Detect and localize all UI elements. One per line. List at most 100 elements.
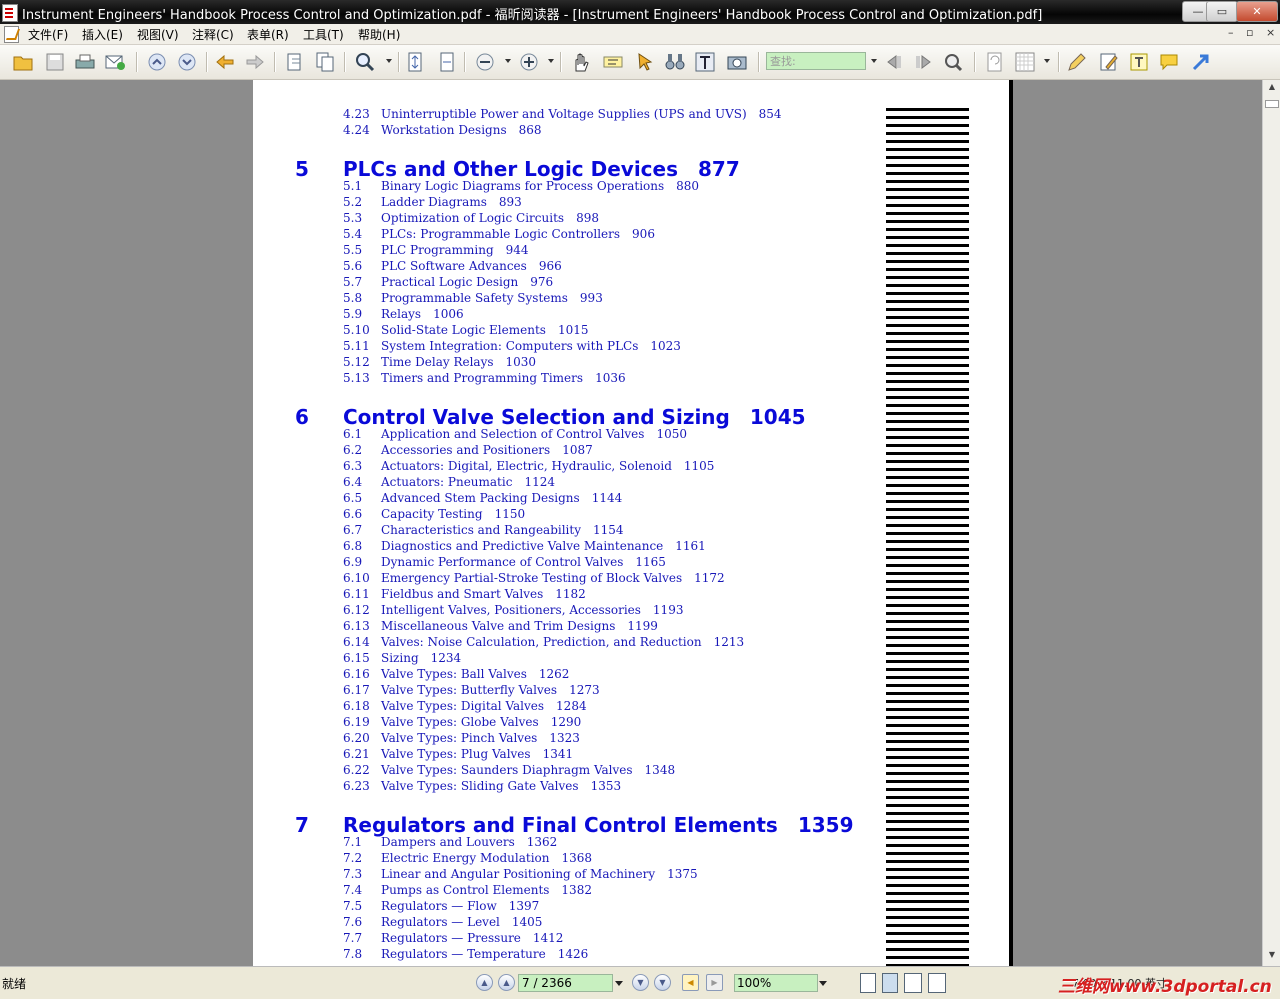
continuous-facing-layout-icon[interactable]: [928, 973, 946, 993]
foxit-app-icon[interactable]: [2, 4, 18, 22]
toc-entry[interactable]: 4.24 Workstation Designs 868: [343, 123, 823, 137]
fit-page-icon[interactable]: [404, 51, 426, 73]
scroll-up-icon[interactable]: ▲: [1266, 82, 1278, 94]
toc-entry[interactable]: 6.3 Actuators: Digital, Electric, Hydraul…: [343, 459, 823, 473]
zoom-level-dropdown-icon[interactable]: [505, 59, 511, 63]
toc-entry[interactable]: 7.6 Regulators — Level 1405: [343, 915, 823, 929]
toc-entry[interactable]: 5.3 Optimization of Logic Circuits 898: [343, 211, 823, 225]
facing-layout-icon[interactable]: [904, 973, 922, 993]
toc-entry[interactable]: 6.6 Capacity Testing 1150: [343, 507, 823, 521]
zoom-magnifier-icon[interactable]: [354, 51, 376, 73]
toc-entry[interactable]: 6.20 Valve Types: Pinch Valves 1323: [343, 731, 823, 745]
text-select-icon[interactable]: [602, 51, 624, 73]
toc-chapter-heading[interactable]: 5 PLCs and Other Logic Devices 877: [295, 157, 815, 181]
toc-entry[interactable]: 6.15 Sizing 1234: [343, 651, 823, 665]
toc-entry[interactable]: 6.19 Valve Types: Globe Valves 1290: [343, 715, 823, 729]
toc-entry[interactable]: 6.16 Valve Types: Ball Valves 1262: [343, 667, 823, 681]
toc-entry[interactable]: 7.3 Linear and Angular Positioning of Mac…: [343, 867, 823, 881]
toc-entry[interactable]: 6.18 Valve Types: Digital Valves 1284: [343, 699, 823, 713]
forward-view-icon[interactable]: ▶: [706, 974, 723, 991]
arrow-annotation-icon[interactable]: [1190, 51, 1212, 73]
find-next-icon[interactable]: [912, 51, 934, 73]
typewriter-text-icon[interactable]: [1128, 51, 1150, 73]
toc-entry[interactable]: 6.1 Application and Selection of Control …: [343, 427, 823, 441]
toc-entry[interactable]: 5.7 Practical Logic Design 976: [343, 275, 823, 289]
page-dropdown-icon[interactable]: [615, 981, 623, 986]
find-previous-icon[interactable]: [884, 51, 906, 73]
last-page-icon[interactable]: ▼: [654, 974, 671, 991]
zoom-level-field[interactable]: 100%: [734, 974, 818, 992]
zoom-level-dropdown-icon[interactable]: [819, 981, 827, 986]
back-view-icon[interactable]: ◀: [682, 974, 699, 991]
grid-dropdown-icon[interactable]: [1044, 59, 1050, 63]
fit-width-icon[interactable]: [436, 51, 458, 73]
menu-help[interactable]: 帮助(H): [358, 26, 400, 43]
mdi-minimize-button[interactable]: –: [1228, 26, 1234, 39]
toc-chapter-heading[interactable]: 6 Control Valve Selection and Sizing 1045: [295, 405, 815, 429]
zoom-in-dropdown-icon[interactable]: [548, 59, 554, 63]
zoom-in-icon[interactable]: [518, 51, 540, 73]
toc-entry[interactable]: 6.2 Accessories and Positioners 1087: [343, 443, 823, 457]
menu-file[interactable]: 文件(F): [28, 26, 68, 43]
toc-entry[interactable]: 6.22 Valve Types: Saunders Diaphragm Valv…: [343, 763, 823, 777]
toc-entry[interactable]: 7.1 Dampers and Louvers 1362: [343, 835, 823, 849]
toc-entry[interactable]: 5.8 Programmable Safety Systems 993: [343, 291, 823, 305]
toc-entry[interactable]: 4.23 Uninterruptible Power and Voltage Su…: [343, 107, 823, 121]
toc-chapter-heading[interactable]: 7 Regulators and Final Control Elements 13…: [295, 813, 854, 837]
toc-entry[interactable]: 6.17 Valve Types: Butterfly Valves 1273: [343, 683, 823, 697]
toc-entry[interactable]: 7.4 Pumps as Control Elements 1382: [343, 883, 823, 897]
toc-entry[interactable]: 7.2 Electric Energy Modulation 1368: [343, 851, 823, 865]
prev-page-icon[interactable]: ▲: [498, 974, 515, 991]
toc-entry[interactable]: 5.13 Timers and Programming Timers 1036: [343, 371, 823, 385]
first-page-icon[interactable]: ▲: [476, 974, 493, 991]
print-icon[interactable]: [74, 51, 96, 73]
toc-entry[interactable]: 6.14 Valves: Noise Calculation, Predictio…: [343, 635, 823, 649]
document-icon[interactable]: [4, 26, 19, 43]
toc-entry[interactable]: 5.5 PLC Programming 944: [343, 243, 823, 257]
toc-entry[interactable]: 6.23 Valve Types: Sliding Gate Valves 1353: [343, 779, 823, 793]
edit-pencil-icon[interactable]: [1066, 51, 1088, 73]
snapshot-camera-icon[interactable]: [726, 51, 748, 73]
rotate-page-icon[interactable]: [984, 51, 1006, 73]
document-viewport[interactable]: 4.23 Uninterruptible Power and Voltage Su…: [0, 80, 1262, 966]
note-pad-icon[interactable]: [1098, 51, 1120, 73]
search-icon[interactable]: [942, 51, 964, 73]
text-tool-icon[interactable]: [694, 51, 716, 73]
open-folder-icon[interactable]: [12, 51, 34, 73]
menu-form[interactable]: 表单(R): [247, 26, 289, 43]
scrollbar-thumb[interactable]: [1265, 100, 1279, 108]
toc-entry[interactable]: 6.7 Characteristics and Rangeability 1154: [343, 523, 823, 537]
close-button[interactable]: ✕: [1236, 1, 1278, 22]
toc-entry[interactable]: 5.6 PLC Software Advances 966: [343, 259, 823, 273]
next-page-status-icon[interactable]: ▼: [632, 974, 649, 991]
previous-page-icon[interactable]: [146, 51, 168, 73]
find-dropdown-icon[interactable]: [871, 59, 877, 63]
toc-entry[interactable]: 5.2 Ladder Diagrams 893: [343, 195, 823, 209]
toc-entry[interactable]: 5.10 Solid-State Logic Elements 1015: [343, 323, 823, 337]
toc-entry[interactable]: 5.9 Relays 1006: [343, 307, 823, 321]
toc-entry[interactable]: 6.13 Miscellaneous Valve and Trim Designs…: [343, 619, 823, 633]
binoculars-icon[interactable]: [664, 51, 686, 73]
transparency-grid-icon[interactable]: [1014, 51, 1036, 73]
menu-tools[interactable]: 工具(T): [303, 26, 344, 43]
menu-insert[interactable]: 插入(E): [82, 26, 123, 43]
toc-entry[interactable]: 5.1 Binary Logic Diagrams for Process Ope…: [343, 179, 823, 193]
hand-tool-icon[interactable]: [570, 51, 592, 73]
mdi-close-button[interactable]: ×: [1266, 26, 1275, 39]
extract-page-icon[interactable]: [284, 51, 306, 73]
comment-bubble-icon[interactable]: [1158, 51, 1180, 73]
save-disk-icon[interactable]: [44, 51, 66, 73]
toc-entry[interactable]: 6.11 Fieldbus and Smart Valves 1182: [343, 587, 823, 601]
toc-entry[interactable]: 6.4 Actuators: Pneumatic 1124: [343, 475, 823, 489]
toc-entry[interactable]: 7.7 Regulators — Pressure 1412: [343, 931, 823, 945]
menu-view[interactable]: 视图(V): [137, 26, 179, 43]
toc-entry[interactable]: 5.11 System Integration: Computers with P…: [343, 339, 823, 353]
zoom-out-icon[interactable]: [474, 51, 496, 73]
copy-pages-icon[interactable]: [314, 51, 336, 73]
scroll-down-icon[interactable]: ▼: [1266, 950, 1278, 962]
toc-entry[interactable]: 6.21 Valve Types: Plug Valves 1341: [343, 747, 823, 761]
toc-entry[interactable]: 7.5 Regulators — Flow 1397: [343, 899, 823, 913]
select-arrow-icon[interactable]: [634, 51, 656, 73]
continuous-layout-icon[interactable]: [882, 973, 898, 993]
vertical-scrollbar[interactable]: ▲ ▼: [1262, 80, 1280, 966]
